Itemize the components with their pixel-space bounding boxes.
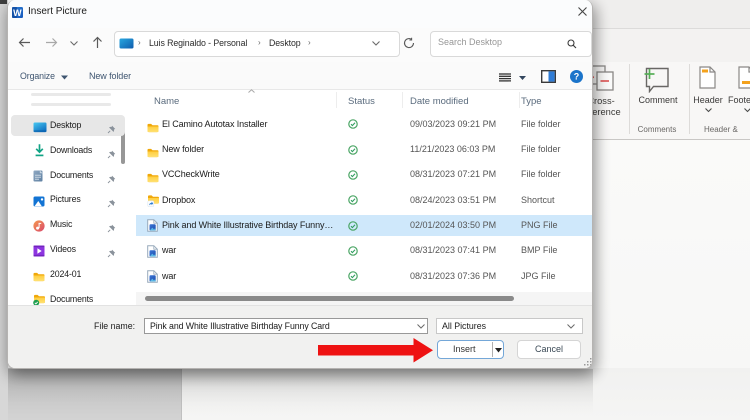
svg-text:?: ? (574, 72, 580, 82)
svg-text:W: W (13, 8, 22, 18)
